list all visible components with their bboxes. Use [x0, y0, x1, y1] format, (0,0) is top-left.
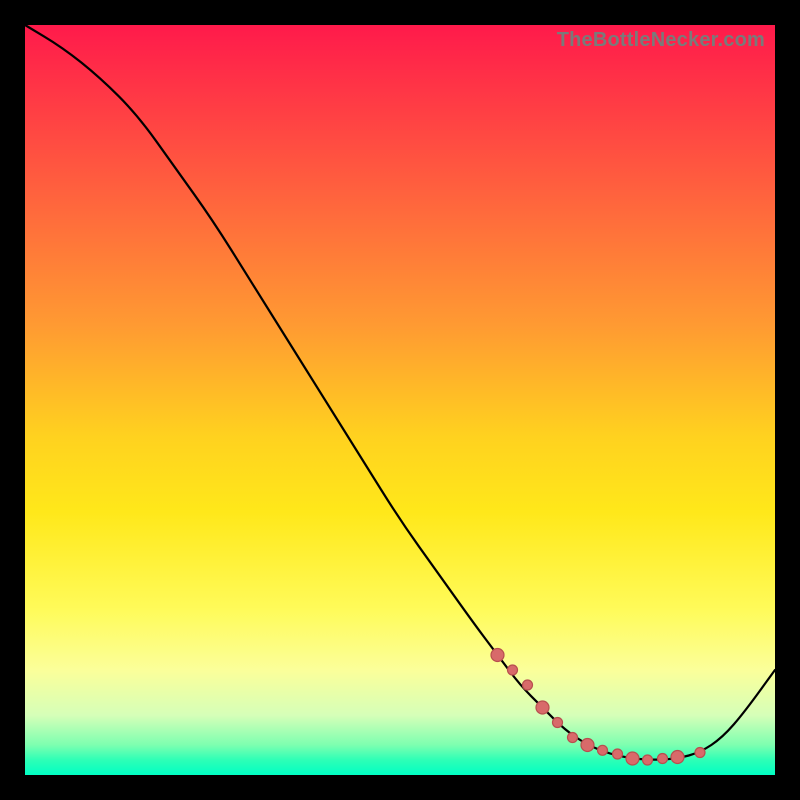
valley-dot: [658, 754, 668, 764]
valley-dot: [695, 748, 705, 758]
valley-dot: [553, 718, 563, 728]
valley-dot: [581, 739, 594, 752]
valley-dot: [671, 751, 684, 764]
valley-dot: [643, 755, 653, 765]
chart-svg: [25, 25, 775, 775]
valley-dot: [598, 745, 608, 755]
bottleneck-curve: [25, 25, 775, 760]
valley-dot: [523, 680, 533, 690]
chart-frame: TheBottleNecker.com: [0, 0, 800, 800]
valley-dot: [508, 665, 518, 675]
valley-dot: [491, 649, 504, 662]
valley-dot: [568, 733, 578, 743]
valley-dot: [613, 749, 623, 759]
valley-dots-group: [491, 649, 705, 766]
plot-area: TheBottleNecker.com: [25, 25, 775, 775]
valley-dot: [536, 701, 549, 714]
valley-dot: [626, 752, 639, 765]
